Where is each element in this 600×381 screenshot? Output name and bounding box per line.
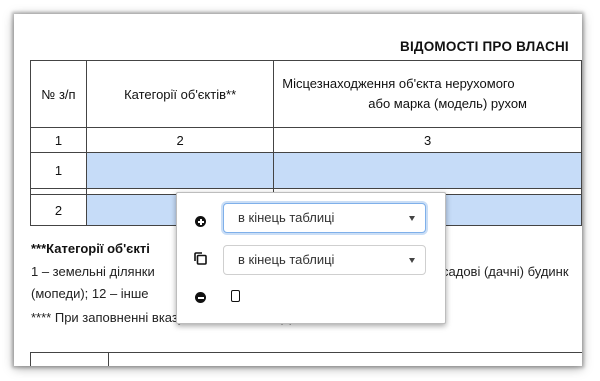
column-number: 1: [30, 127, 87, 153]
legend-line: садові (дачні) будинк: [442, 264, 569, 279]
minus-circle-icon[interactable]: [195, 292, 206, 303]
row-number: 2: [30, 194, 87, 226]
header-location-line1: Місцезнаходження об'єкта нерухомого: [282, 76, 515, 91]
header-location: Місцезнаходження об'єкта нерухомого або …: [273, 60, 582, 128]
mobile-icon[interactable]: [231, 290, 240, 302]
next-table-border: [108, 352, 109, 366]
column-number: 3: [273, 127, 582, 153]
chevron-down-icon: [409, 216, 415, 221]
categories-cell[interactable]: [85, 152, 275, 189]
add-position-value: в кінець таблиці: [238, 210, 335, 225]
table-row[interactable]: 1: [30, 152, 582, 189]
copy-position-select[interactable]: в кінець таблиці: [223, 245, 426, 275]
row-number: 1: [30, 152, 87, 189]
row-actions-popup: в кінець таблиці в кінець таблиці: [176, 192, 446, 324]
column-number-row: 1 2 3: [30, 127, 582, 153]
next-table-border: [30, 352, 582, 353]
chevron-down-icon: [409, 258, 415, 263]
next-table-border: [30, 352, 31, 366]
header-number: № з/п: [30, 60, 87, 128]
copy-position-value: в кінець таблиці: [238, 252, 335, 267]
column-number: 2: [85, 127, 275, 153]
document-viewport: ВІДОМОСТІ ПРО ВЛАСНІ № з/п Категорії об'…: [14, 14, 582, 366]
legend-line: (мопеди); 12 – інше: [31, 286, 149, 301]
document-title: ВІДОМОСТІ ПРО ВЛАСНІ: [400, 39, 569, 54]
copy-icon[interactable]: [194, 252, 207, 265]
table-header-row: № з/п Категорії об'єктів** Місцезнаходже…: [30, 60, 582, 128]
header-categories: Категорії об'єктів**: [85, 60, 275, 128]
categories-title: ***Категорії об'єкті: [31, 241, 150, 256]
legend-line: 1 – земельні ділянки: [31, 264, 155, 279]
plus-circle-icon[interactable]: [195, 216, 206, 227]
add-position-select[interactable]: в кінець таблиці: [223, 203, 426, 233]
header-location-line2: або марка (модель) рухом: [368, 96, 527, 111]
location-cell[interactable]: [273, 152, 582, 189]
